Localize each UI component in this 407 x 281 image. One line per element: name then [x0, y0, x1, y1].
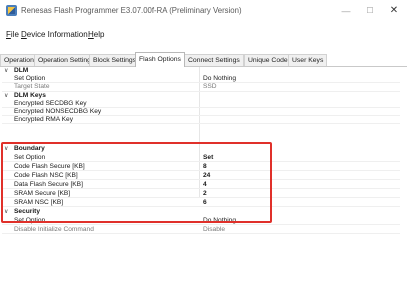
menu-bar: File Device Information Help: [0, 27, 407, 42]
property-row[interactable]: Target State SSD: [2, 83, 400, 92]
property-row[interactable]: Encrypted RMA Key: [2, 116, 400, 125]
tab-flash-options[interactable]: Flash Options: [135, 52, 185, 67]
tab-operation[interactable]: Operation: [0, 54, 38, 66]
app-icon: [6, 5, 17, 16]
property-row[interactable]: Set Option Do Nothing: [2, 75, 400, 84]
menu-device-information[interactable]: Device Information: [21, 30, 88, 39]
section-label: DLM Keys: [14, 91, 46, 99]
minimize-button[interactable]: —: [336, 3, 356, 19]
tab-connect-settings[interactable]: Connect Settings: [184, 54, 244, 66]
section-label: DLM: [14, 67, 29, 74]
tab-block-settings[interactable]: Block Settings: [89, 54, 141, 66]
menu-file-rest: ile: [10, 30, 19, 39]
menu-file[interactable]: File: [6, 30, 19, 39]
section-dlm-keys[interactable]: ∨ DLM Keys: [2, 92, 400, 100]
section-dlm[interactable]: ∨ DLM: [2, 67, 400, 75]
chevron-down-icon[interactable]: ∨: [4, 92, 8, 100]
title-bar: Renesas Flash Programmer E3.07.00f-RA (P…: [0, 0, 407, 24]
property-row[interactable]: Encrypted NONSECDBG Key: [2, 108, 400, 117]
menu-device-rest: evice Information: [26, 30, 88, 39]
property-row[interactable]: Encrypted SECDBG Key: [2, 100, 400, 108]
menu-help-rest: elp: [93, 30, 105, 39]
tab-user-keys[interactable]: User Keys: [288, 54, 328, 66]
property-row[interactable]: Disable Initialize Command Disable: [2, 226, 400, 235]
menu-help[interactable]: Help: [88, 30, 104, 39]
chevron-down-icon[interactable]: ∨: [4, 67, 8, 75]
maximize-button[interactable]: ☐: [360, 3, 380, 19]
close-button[interactable]: ✕: [384, 3, 404, 19]
window-title: Renesas Flash Programmer E3.07.00f-RA (P…: [21, 6, 242, 15]
tab-unique-code[interactable]: Unique Code: [244, 54, 292, 66]
highlight-box-boundary: [1, 142, 272, 223]
tab-strip: Operation Operation Settings Block Setti…: [0, 52, 407, 67]
